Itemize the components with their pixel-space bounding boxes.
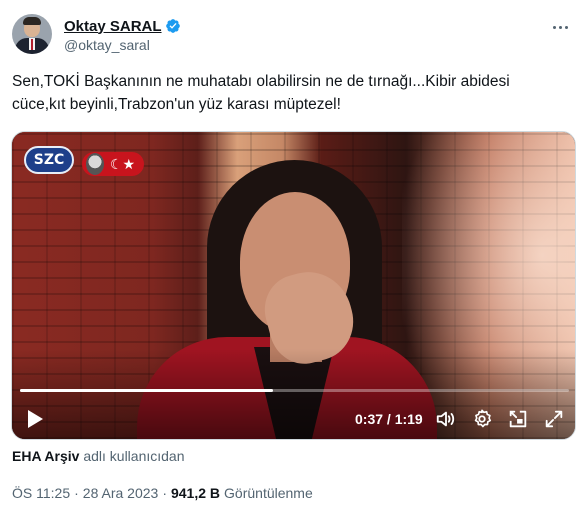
- play-icon[interactable]: [26, 409, 44, 429]
- meta-separator: ·: [74, 485, 79, 501]
- flag-logo-icon: ☾★: [82, 152, 144, 176]
- fullscreen-icon[interactable]: [543, 408, 565, 430]
- volume-icon[interactable]: [435, 408, 457, 430]
- tweet-text-line: cüce,kıt beyinli,Trabzon'un yüz karası m…: [12, 96, 341, 113]
- verified-badge-icon: [165, 19, 180, 33]
- progress-bar[interactable]: [20, 389, 569, 392]
- progress-fill: [20, 389, 273, 392]
- author-name-row: Oktay SARAL: [64, 16, 181, 36]
- video-time: 0:37 / 1:19: [355, 411, 423, 427]
- tweet-text: Sen,TOKİ Başkanının ne muhatabı olabilir…: [12, 70, 572, 116]
- author-handle[interactable]: @oktay_saral: [64, 37, 150, 53]
- tweet-meta: ÖS 11:25 · 28 Ara 2023 · 941,2 B Görüntü…: [12, 485, 313, 501]
- video-source: EHA Arşiv adlı kullanıcıdan: [12, 448, 185, 464]
- source-account-link[interactable]: EHA Arşiv: [12, 448, 79, 464]
- tweet-text-line: Sen,TOKİ Başkanının ne muhatabı olabilir…: [12, 73, 510, 90]
- more-options-icon[interactable]: [550, 20, 570, 34]
- author-name[interactable]: Oktay SARAL: [64, 18, 162, 35]
- views-count: 941,2 B: [170, 485, 221, 501]
- video-player[interactable]: SZC ☾★ 0:37 / 1:19: [11, 131, 576, 440]
- settings-icon[interactable]: [471, 408, 493, 430]
- avatar[interactable]: [12, 14, 52, 54]
- tweet-card: Oktay SARAL @oktay_saral Sen,TOKİ Başkan…: [0, 0, 584, 509]
- video-controls: 0:37 / 1:19: [12, 402, 575, 436]
- views-label: Görüntülenme: [224, 485, 313, 501]
- pip-icon[interactable]: [507, 408, 529, 430]
- meta-separator: ·: [162, 485, 167, 501]
- channel-logo: SZC: [24, 146, 74, 174]
- tweet-time[interactable]: ÖS 11:25: [12, 485, 70, 501]
- source-suffix: adlı kullanıcıdan: [83, 448, 185, 464]
- tweet-date[interactable]: 28 Ara 2023: [83, 485, 159, 501]
